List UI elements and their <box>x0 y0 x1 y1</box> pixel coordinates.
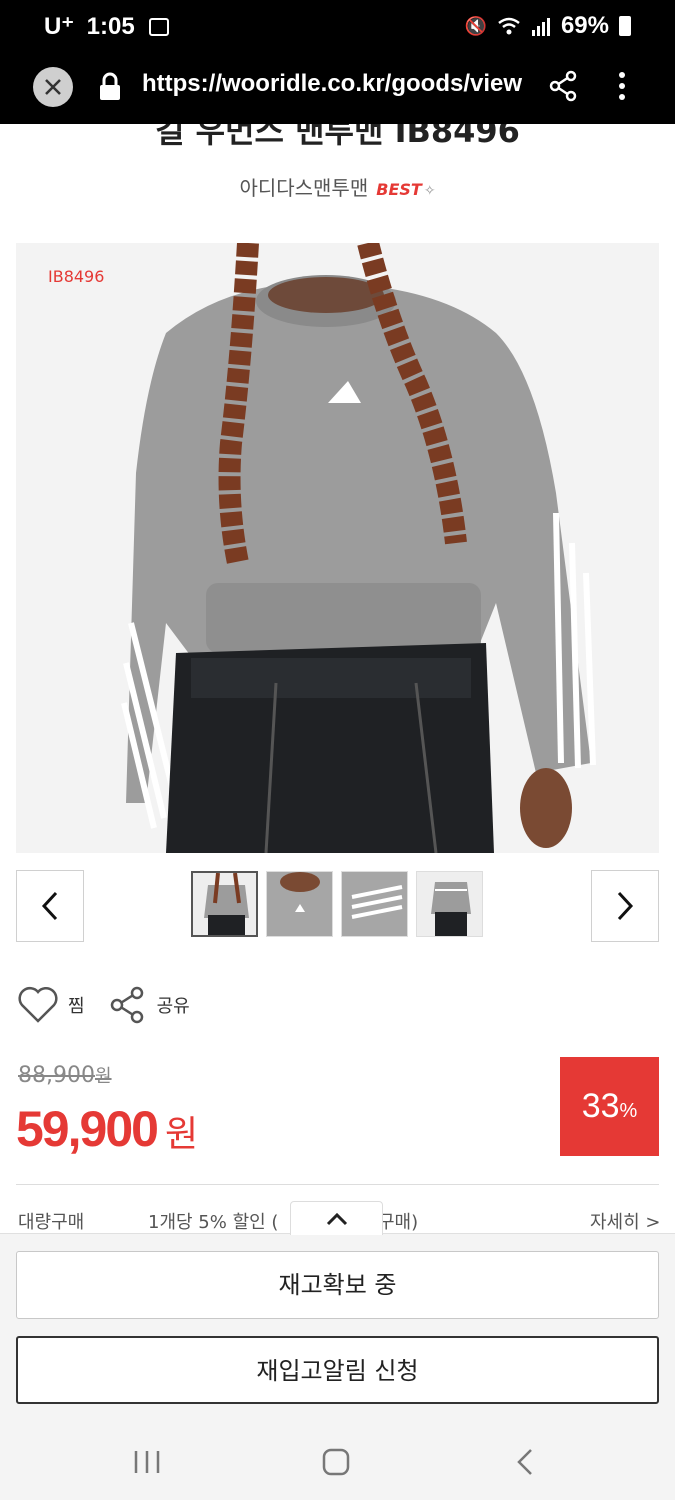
product-actions: 찜 공유 <box>16 985 190 1025</box>
thumbnail-1[interactable] <box>191 871 258 937</box>
gallery-notification-icon <box>149 18 170 36</box>
thumbnail-4[interactable] <box>416 871 483 937</box>
url-text[interactable]: https://wooridle.co.kr/goods/view <box>142 70 524 98</box>
original-price-unit: 원 <box>94 1066 112 1087</box>
best-badge: BEST <box>376 180 422 199</box>
carrier-label: U⁺ <box>44 13 74 40</box>
chevron-left-icon <box>41 891 58 921</box>
wishlist-label: 찜 <box>68 996 85 1017</box>
share-label: 공유 <box>156 996 190 1017</box>
wifi-icon <box>498 17 520 35</box>
original-price-value: 88,900 <box>18 1063 95 1088</box>
close-icon <box>45 79 61 95</box>
carousel-prev-button[interactable] <box>16 870 84 942</box>
discount-badge: 33% <box>560 1057 659 1156</box>
product-code-label: IB8496 <box>48 267 105 286</box>
status-bar: U⁺ 1:05 🔇 69% <box>0 0 675 56</box>
stock-status-button[interactable]: 재고확보 중 <box>16 1251 659 1319</box>
thumbnail-image <box>193 873 256 935</box>
thumbnail-image <box>417 872 482 936</box>
thumbnail-2[interactable] <box>266 871 333 937</box>
product-main-image[interactable]: IB8496 <box>16 243 659 853</box>
share-icon <box>110 986 143 1024</box>
battery-icon <box>619 16 631 36</box>
thumbnail-3[interactable] <box>341 871 408 937</box>
sheet-toggle-button[interactable] <box>290 1201 383 1235</box>
bulk-more-link[interactable]: 자세히 > <box>590 1208 660 1234</box>
signal-icon <box>531 18 550 36</box>
bulk-desc-right: 구매) <box>378 1212 419 1233</box>
status-left: U⁺ 1:05 <box>44 12 170 41</box>
discount-unit: % <box>619 1100 638 1122</box>
battery-percent: 69% <box>560 12 609 39</box>
sale-price-value: 59,900 <box>16 1101 159 1157</box>
chevron-right-icon <box>617 891 634 921</box>
status-right: 🔇 69% <box>465 12 631 40</box>
lock-icon <box>100 72 120 100</box>
original-price: 88,900원 <box>18 1062 112 1088</box>
thumbnail-image <box>342 872 407 936</box>
bulk-label: 대량구매 <box>18 1212 85 1233</box>
chevron-up-icon <box>326 1212 347 1225</box>
home-icon[interactable] <box>321 1447 351 1477</box>
bulk-desc-left: 1개당 5% 할인 ( <box>148 1212 279 1233</box>
system-nav-bar <box>0 1423 675 1500</box>
back-icon[interactable] <box>514 1447 536 1477</box>
divider <box>16 1184 659 1185</box>
sale-price: 59,900 원 <box>16 1100 198 1158</box>
carousel-next-button[interactable] <box>591 870 659 942</box>
share-icon[interactable] <box>548 70 578 102</box>
mute-icon: 🔇 <box>464 15 487 36</box>
browser-url-bar: https://wooridle.co.kr/goods/view <box>0 56 675 124</box>
thumbnail-image <box>267 872 332 936</box>
product-illustration <box>16 243 659 853</box>
clock: 1:05 <box>86 13 135 40</box>
restock-alert-button[interactable]: 재입고알림 신청 <box>16 1336 659 1404</box>
sparkle-icon: ✧ <box>423 183 436 199</box>
brand-line: 아디다스맨투맨 BEST ✧ <box>0 172 675 201</box>
product-title-text: 길 우먼스 맨투맨 IB8496 <box>155 124 520 146</box>
recent-apps-icon[interactable] <box>132 1449 162 1475</box>
heart-icon <box>18 986 58 1023</box>
sale-price-unit: 원 <box>164 1113 199 1154</box>
product-title-partial: 길 우먼스 맨투맨 IB8496 <box>0 124 675 146</box>
share-button[interactable]: 공유 <box>109 986 190 1024</box>
brand-name[interactable]: 아디다스맨투맨 <box>239 176 368 200</box>
wishlist-button[interactable]: 찜 <box>16 985 85 1025</box>
discount-value: 33 <box>581 1087 620 1125</box>
close-tab-button[interactable] <box>33 67 73 107</box>
more-options-icon[interactable] <box>612 70 632 104</box>
